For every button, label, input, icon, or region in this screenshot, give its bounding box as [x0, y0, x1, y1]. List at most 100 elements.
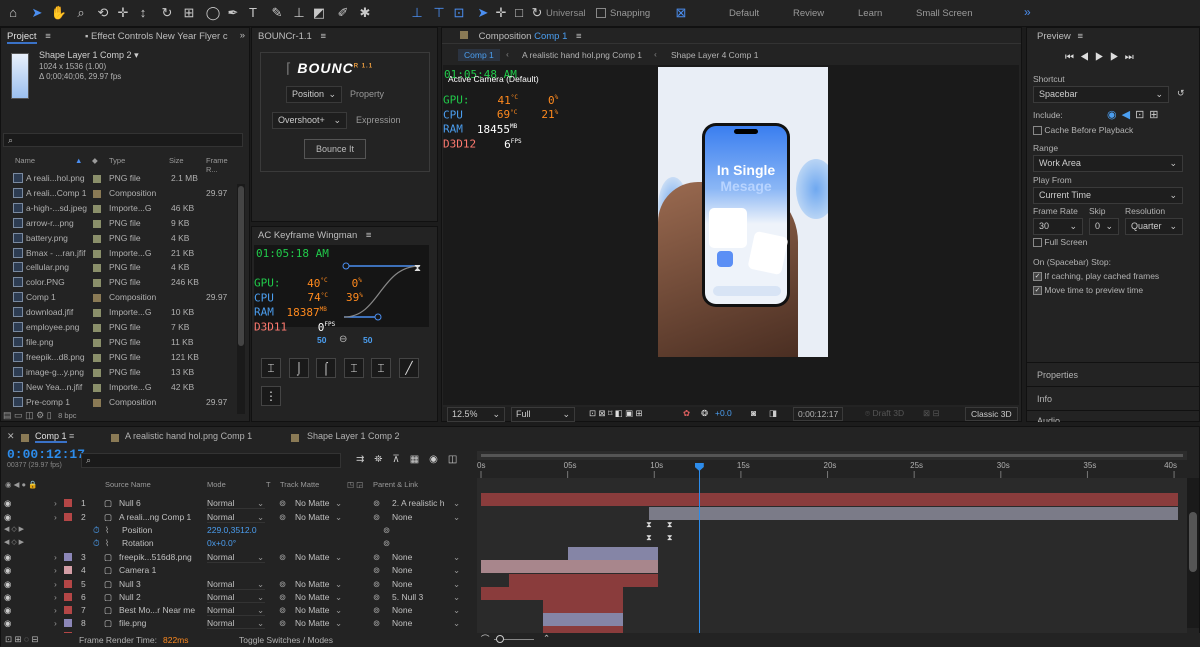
ease-hold-icon[interactable]: ⌶ [371, 358, 391, 378]
label-swatch[interactable] [93, 204, 101, 213]
layer-label-swatch[interactable] [64, 566, 72, 574]
layer-track-matte[interactable]: No Matte [295, 618, 330, 628]
label-swatch[interactable] [93, 219, 101, 228]
col-mode[interactable]: Mode [207, 480, 226, 489]
wingman-tab[interactable]: AC Keyframe Wingman [258, 230, 357, 241]
chevron-down-icon[interactable]: ⌄ [257, 512, 264, 523]
chevron-down-icon[interactable]: ⌄ [257, 605, 264, 616]
composition-tab[interactable]: Composition Comp 1 [479, 31, 568, 42]
switches-icon[interactable]: ◳ ◲ [347, 480, 363, 489]
layer-parent[interactable]: None [392, 512, 452, 522]
layer-bar[interactable] [481, 560, 658, 573]
chevron-down-icon[interactable]: ⌄ [257, 552, 264, 563]
col-t[interactable]: T [266, 480, 271, 489]
col-source-name[interactable]: Source Name [105, 480, 151, 489]
project-scrollbar[interactable] [237, 184, 245, 414]
matte-pickwhip-icon[interactable]: ⊚ [279, 618, 286, 629]
workspace-small-screen[interactable]: Small Screen [916, 8, 973, 19]
timeline-search-input[interactable]: ⌕ [81, 453, 341, 468]
move-time-checkbox[interactable]: ✓ Move time to preview time [1033, 285, 1143, 296]
keyframe-icon[interactable]: ⧗ [667, 533, 673, 543]
chevron-down-icon[interactable]: ⌄ [335, 498, 342, 509]
label-swatch[interactable] [93, 309, 101, 318]
playhead[interactable] [694, 463, 704, 639]
graph-icon[interactable]: ⌇ [105, 538, 109, 549]
col-size[interactable]: Size [169, 156, 184, 165]
selection-tool-icon[interactable]: ➤ [28, 4, 46, 22]
visibility-icon[interactable]: ◉ [4, 592, 11, 603]
fast-previews-icon[interactable]: ⊡ ⊠ ⌑ ◧ ▣ ⊞ [589, 408, 643, 419]
layer-name[interactable]: Camera 1 [119, 565, 156, 575]
position-property[interactable]: ◀ ◇ ▶ ⏱ ⌇ Position 229.0,3512.0 ⊚ [1, 524, 476, 537]
project-item[interactable]: a-high-...sd.jpeg Importe...G 46 KB [1, 201, 235, 216]
workspace-learn[interactable]: Learn [858, 8, 882, 19]
layer-name[interactable]: A reali...ng Comp 1 [119, 512, 191, 522]
layer-parent[interactable]: None [392, 552, 452, 562]
layer-row[interactable]: ◉ › 2 ▢ A reali...ng Comp 1 Normal ⌄ ⊚ No Matte ⌄… [1, 511, 476, 524]
workspace-review[interactable]: Review [793, 8, 824, 19]
visibility-icon[interactable]: ◉ [4, 605, 11, 616]
panel-overflow-icon[interactable]: » [240, 30, 245, 41]
extended-viewer-icon[interactable]: ⊠ ⊟ [923, 408, 940, 419]
last-frame-icon[interactable]: ⏭ [1125, 52, 1140, 63]
layer-bar[interactable] [508, 574, 658, 587]
workspace-overflow-icon[interactable]: » [1024, 5, 1031, 19]
crumb-comp-1[interactable]: Comp 1 [458, 49, 500, 61]
preview-menu-icon[interactable]: ≡ [1077, 31, 1083, 42]
frame-rate-dropdown[interactable]: 30 ⌄ [1033, 218, 1083, 235]
layer-parent[interactable]: None [392, 618, 452, 628]
visibility-icon[interactable]: ◉ [4, 618, 11, 629]
align-icon[interactable]: ⊥ [408, 4, 426, 22]
distribute-icon[interactable]: ⊤ [430, 4, 448, 22]
layer-track-matte[interactable]: No Matte [295, 512, 330, 522]
ellipse-tool-icon[interactable]: ◯ [204, 4, 222, 22]
layer-track-matte[interactable]: No Matte [295, 592, 330, 602]
crumb-shape-layer[interactable]: Shape Layer 4 Comp 1 [671, 50, 758, 60]
move-3d-icon[interactable]: ✛ [492, 4, 510, 22]
link-icon[interactable]: ⊖ [339, 334, 347, 345]
dolly-tool-icon[interactable]: ↕ [134, 4, 152, 22]
layer-row[interactable]: ◉ › 8 ▢ file.png Normal ⌄ ⊚ No Matte ⌄ ⊚ None ⌄ [1, 617, 476, 630]
project-item[interactable]: employee.png PNG file 7 KB [1, 320, 235, 335]
comp-menu-icon[interactable]: ≡ [576, 31, 582, 42]
property-value[interactable]: 0x+0.0° [207, 538, 236, 548]
pan-behind-icon[interactable]: ⊞ [180, 4, 198, 22]
visibility-icon[interactable]: ◉ [4, 552, 11, 563]
chevron-down-icon[interactable]: ⌄ [335, 592, 342, 603]
show-snapshot-icon[interactable]: ◨ [769, 408, 777, 419]
reset-icon[interactable]: ↺ [1177, 88, 1185, 99]
project-item[interactable]: A reali...Comp 1 Composition 29.97 [1, 186, 235, 201]
layer-parent[interactable]: 5. Null 3 [392, 592, 452, 602]
more-options-icon[interactable]: ⋮ [261, 386, 281, 406]
parent-pickwhip-icon[interactable]: ⊚ [373, 552, 380, 563]
bouncr-tab[interactable]: BOUNCr-1.1 [258, 31, 312, 42]
chevron-down-icon[interactable]: ⌄ [335, 605, 342, 616]
timeline-scrollbar[interactable] [1187, 478, 1199, 628]
expand-arrow-icon[interactable]: › [54, 605, 57, 615]
shortcut-dropdown[interactable]: Spacebar ⌄ [1033, 86, 1169, 103]
label-swatch[interactable] [93, 338, 101, 347]
project-item[interactable]: image-g...y.png PNG file 13 KB [1, 365, 235, 380]
layer-parent[interactable]: None [392, 579, 452, 589]
workspace-default[interactable]: Default [729, 8, 759, 19]
project-item[interactable]: New Yea...n.jfif Importe...G 42 KB [1, 380, 235, 395]
timeline-menu-icon[interactable]: ≡ [69, 431, 74, 441]
sort-icon[interactable]: ▲ [75, 156, 82, 165]
pen-tool-icon[interactable]: ✒ [224, 4, 242, 22]
label-swatch[interactable] [93, 398, 101, 407]
property-pickwhip-icon[interactable]: ⊚ [383, 538, 390, 549]
project-item[interactable]: download.jfif Importe...G 10 KB [1, 305, 235, 320]
layer-parent[interactable]: 2. A realistic h [392, 498, 452, 508]
chevron-down-icon[interactable]: ⌄ [257, 498, 264, 509]
zoom-dropdown[interactable]: 12.5% ⌄ [447, 407, 505, 422]
graph-editor-icon[interactable]: ◫ [448, 454, 467, 465]
parent-pickwhip-icon[interactable]: ⊚ [373, 579, 380, 590]
ease-custom-icon[interactable]: ╱ [399, 358, 419, 378]
project-item[interactable]: battery.png PNG file 4 KB [1, 231, 235, 246]
ease-out-value[interactable]: 50 [363, 335, 372, 345]
col-track-matte[interactable]: Track Matte [280, 480, 319, 489]
layer-row[interactable]: ◉ › 6 ▢ Null 2 Normal ⌄ ⊚ No Matte ⌄ ⊚ 5. Null 3 ⌄ [1, 591, 476, 604]
info-section[interactable]: Info [1027, 386, 1200, 411]
timeline-scrollbar-thumb[interactable] [1189, 512, 1197, 572]
snapping-label[interactable]: Snapping [610, 8, 650, 19]
